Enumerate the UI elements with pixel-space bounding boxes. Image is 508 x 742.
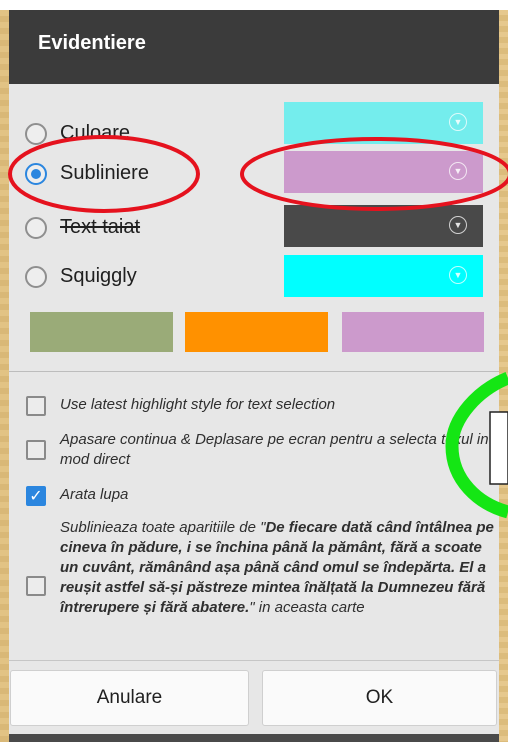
checkbox-highlight-all[interactable] <box>26 576 46 596</box>
dialog-title: Evidentiere <box>38 32 146 54</box>
page-background-left <box>0 10 9 742</box>
radio-culoare[interactable] <box>25 123 47 145</box>
preset-color-pink[interactable] <box>342 312 484 352</box>
option-label-show-magnifier[interactable]: Arata lupa <box>60 485 497 505</box>
app-background-top <box>0 0 508 10</box>
ok-button[interactable]: OK <box>262 670 497 726</box>
chevron-down-icon: ▼ <box>449 113 467 131</box>
chevron-down-icon: ▼ <box>449 162 467 180</box>
checkbox-latest-style[interactable] <box>26 396 46 416</box>
cancel-button[interactable]: Anulare <box>10 670 249 726</box>
preset-color-green[interactable] <box>30 312 173 352</box>
bottom-bar <box>9 734 499 742</box>
option-label-highlight-all[interactable]: Sublinieaza toate aparitiile de "De fiec… <box>60 518 495 618</box>
swatch-squiggly[interactable]: ▼ <box>284 255 483 297</box>
swatch-text-taiat[interactable]: ▼ <box>284 205 483 247</box>
radio-label-subliniere[interactable]: Subliniere <box>60 162 149 185</box>
radio-text-taiat[interactable] <box>25 217 47 239</box>
radio-label-text-taiat[interactable]: Text taiat <box>60 216 140 239</box>
checkbox-direct-selection[interactable] <box>26 440 46 460</box>
radio-subliniere[interactable] <box>25 163 47 185</box>
checkbox-show-magnifier[interactable]: ✓ <box>26 486 46 506</box>
radio-label-culoare[interactable]: Culoare <box>60 122 130 145</box>
preset-color-orange[interactable] <box>185 312 328 352</box>
dialog-header: Evidentiere <box>9 10 499 84</box>
swatch-subliniere[interactable]: ▼ <box>284 151 483 193</box>
swatch-culoare[interactable]: ▼ <box>284 102 483 144</box>
option-label-direct-selection[interactable]: Apasare continua & Deplasare pe ecran pe… <box>60 430 495 470</box>
radio-label-squiggly[interactable]: Squiggly <box>60 265 137 288</box>
section-divider <box>9 371 499 372</box>
page-background-right <box>499 10 508 742</box>
radio-squiggly[interactable] <box>25 266 47 288</box>
chevron-down-icon: ▼ <box>449 266 467 284</box>
highlight-dialog: Evidentiere Culoare ▼ Subliniere ▼ Text … <box>9 10 499 742</box>
chevron-down-icon: ▼ <box>449 216 467 234</box>
option-label-latest-style[interactable]: Use latest highlight style for text sele… <box>60 395 497 415</box>
footer-divider <box>9 660 499 661</box>
